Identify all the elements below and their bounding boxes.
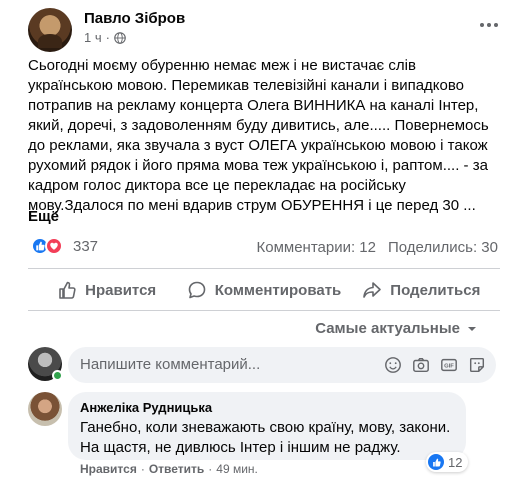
comment-composer[interactable]: GIF <box>68 347 496 383</box>
camera-icon[interactable] <box>412 356 430 374</box>
comment-like-button[interactable]: Нравится <box>80 462 137 476</box>
love-reaction-icon <box>45 237 63 255</box>
divider <box>28 310 500 311</box>
separator: · <box>208 462 213 476</box>
sort-label: Самые актуальные <box>315 320 460 337</box>
post-meta: 1 ч · <box>84 30 126 45</box>
see-more-link[interactable]: Ещё <box>28 208 59 225</box>
online-status-dot <box>52 370 63 381</box>
share-icon <box>363 282 382 298</box>
more-options-icon[interactable] <box>478 14 500 36</box>
author-avatar[interactable] <box>28 8 72 52</box>
comment-label: Комментировать <box>214 281 342 299</box>
comments-count[interactable]: Комментарии: 12 <box>257 239 377 256</box>
comment-input[interactable] <box>80 347 330 383</box>
comment-sort-dropdown[interactable]: Самые актуальные <box>315 320 478 337</box>
comment-bubble: Анжеліка Рудницька Ганебно, коли зневажа… <box>68 392 466 460</box>
comment-time[interactable]: 49 мин. <box>216 462 258 476</box>
svg-text:GIF: GIF <box>444 364 454 370</box>
gif-icon[interactable]: GIF <box>440 356 458 374</box>
like-reaction-icon <box>428 454 444 470</box>
globe-icon <box>114 31 126 44</box>
post-counts: Комментарии: 12 Поделились: 30 <box>257 239 499 256</box>
post-card: Павло Зібров 1 ч · Сьогодні моєму обурен… <box>0 0 528 486</box>
post-actions: Нравится Комментировать Поделиться <box>28 272 500 308</box>
composer-tools: GIF <box>384 356 486 374</box>
thumbs-up-icon <box>59 281 76 299</box>
chevron-down-icon <box>468 326 476 331</box>
reactions-count: 337 <box>73 237 99 255</box>
separator: · <box>140 462 145 476</box>
share-button[interactable]: Поделиться <box>343 272 500 308</box>
divider <box>28 268 500 269</box>
like-button[interactable]: Нравится <box>28 272 185 308</box>
share-label: Поделиться <box>390 281 481 299</box>
comment-button[interactable]: Комментировать <box>185 272 342 308</box>
commenter-avatar[interactable] <box>28 392 62 426</box>
comment-reactions-count: 12 <box>448 454 463 470</box>
post-time[interactable]: 1 ч <box>84 30 102 45</box>
shares-count[interactable]: Поделились: 30 <box>388 239 498 256</box>
post-text: Сьогодні моєму обуренню немає меж і не в… <box>28 57 489 214</box>
author-name[interactable]: Павло Зібров <box>84 10 185 27</box>
comment-actions: Нравится · Ответить · 49 мин. <box>80 462 258 476</box>
comment-text: Ганебно, коли зневажають свою країну, мо… <box>80 419 451 456</box>
commenter-name[interactable]: Анжеліка Рудницька <box>80 400 454 416</box>
reactions-summary[interactable]: 337 <box>31 237 98 255</box>
emoji-icon[interactable] <box>384 356 402 374</box>
like-label: Нравится <box>85 281 157 299</box>
comment-reactions[interactable]: 12 <box>426 452 469 472</box>
sticker-icon[interactable] <box>468 356 486 374</box>
comment-reply-button[interactable]: Ответить <box>149 462 204 476</box>
comment-icon <box>188 281 206 299</box>
